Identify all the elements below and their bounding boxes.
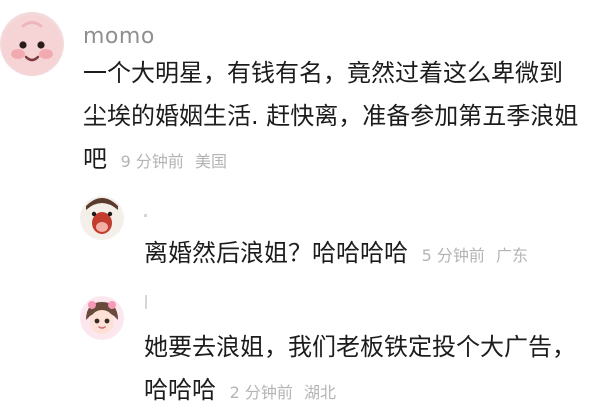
user-avatar[interactable] — [80, 196, 124, 240]
comment-time: 9 分钟前 — [120, 152, 184, 171]
user-avatar[interactable] — [80, 296, 124, 340]
comment-body: 一个大明星，有钱有名，竟然过着这么卑微到尘埃的婚姻生活. 赶快离，准备参加第五季… — [83, 52, 586, 183]
truncated-username-mark — [145, 295, 147, 309]
comment-time: 2 分钟前 — [229, 383, 293, 402]
pink-blob-avatar-icon — [2, 15, 62, 75]
open-mouth-cartoon-avatar-icon — [81, 197, 123, 239]
comment-text: 离婚然后浪姐？哈哈哈哈 — [144, 239, 408, 267]
reply-2: 她要去浪姐，我们老板铁定投个大广告，哈哈哈 2 分钟前 湖北 — [0, 290, 600, 411]
comment-meta: 5 分钟前 广东 — [422, 246, 528, 265]
comment-text: 她要去浪姐，我们老板铁定投个大广告，哈哈哈 — [144, 333, 576, 404]
comment-meta: 2 分钟前 湖北 — [230, 383, 336, 402]
comment-time: 5 分钟前 — [421, 246, 485, 265]
comment-location: 广东 — [496, 246, 529, 265]
comment-username[interactable]: momo — [83, 24, 155, 49]
cartoon-girl-avatar-icon — [81, 297, 123, 339]
comment-body: 她要去浪姐，我们老板铁定投个大广告，哈哈哈 2 分钟前 湖北 — [144, 326, 584, 414]
user-avatar[interactable] — [0, 12, 64, 76]
comment-body: 离婚然后浪姐？哈哈哈哈 5 分钟前 广东 — [144, 232, 584, 277]
comment-location: 湖北 — [304, 383, 337, 402]
reply-1: 离婚然后浪姐？哈哈哈哈 5 分钟前 广东 — [0, 180, 600, 290]
truncated-username-mark — [144, 214, 147, 217]
comment-1: momo 一个大明星，有钱有名，竟然过着这么卑微到尘埃的婚姻生活. 赶快离，准备… — [0, 0, 600, 180]
comment-meta: 9 分钟前 美国 — [121, 152, 227, 171]
comment-location: 美国 — [195, 152, 228, 171]
